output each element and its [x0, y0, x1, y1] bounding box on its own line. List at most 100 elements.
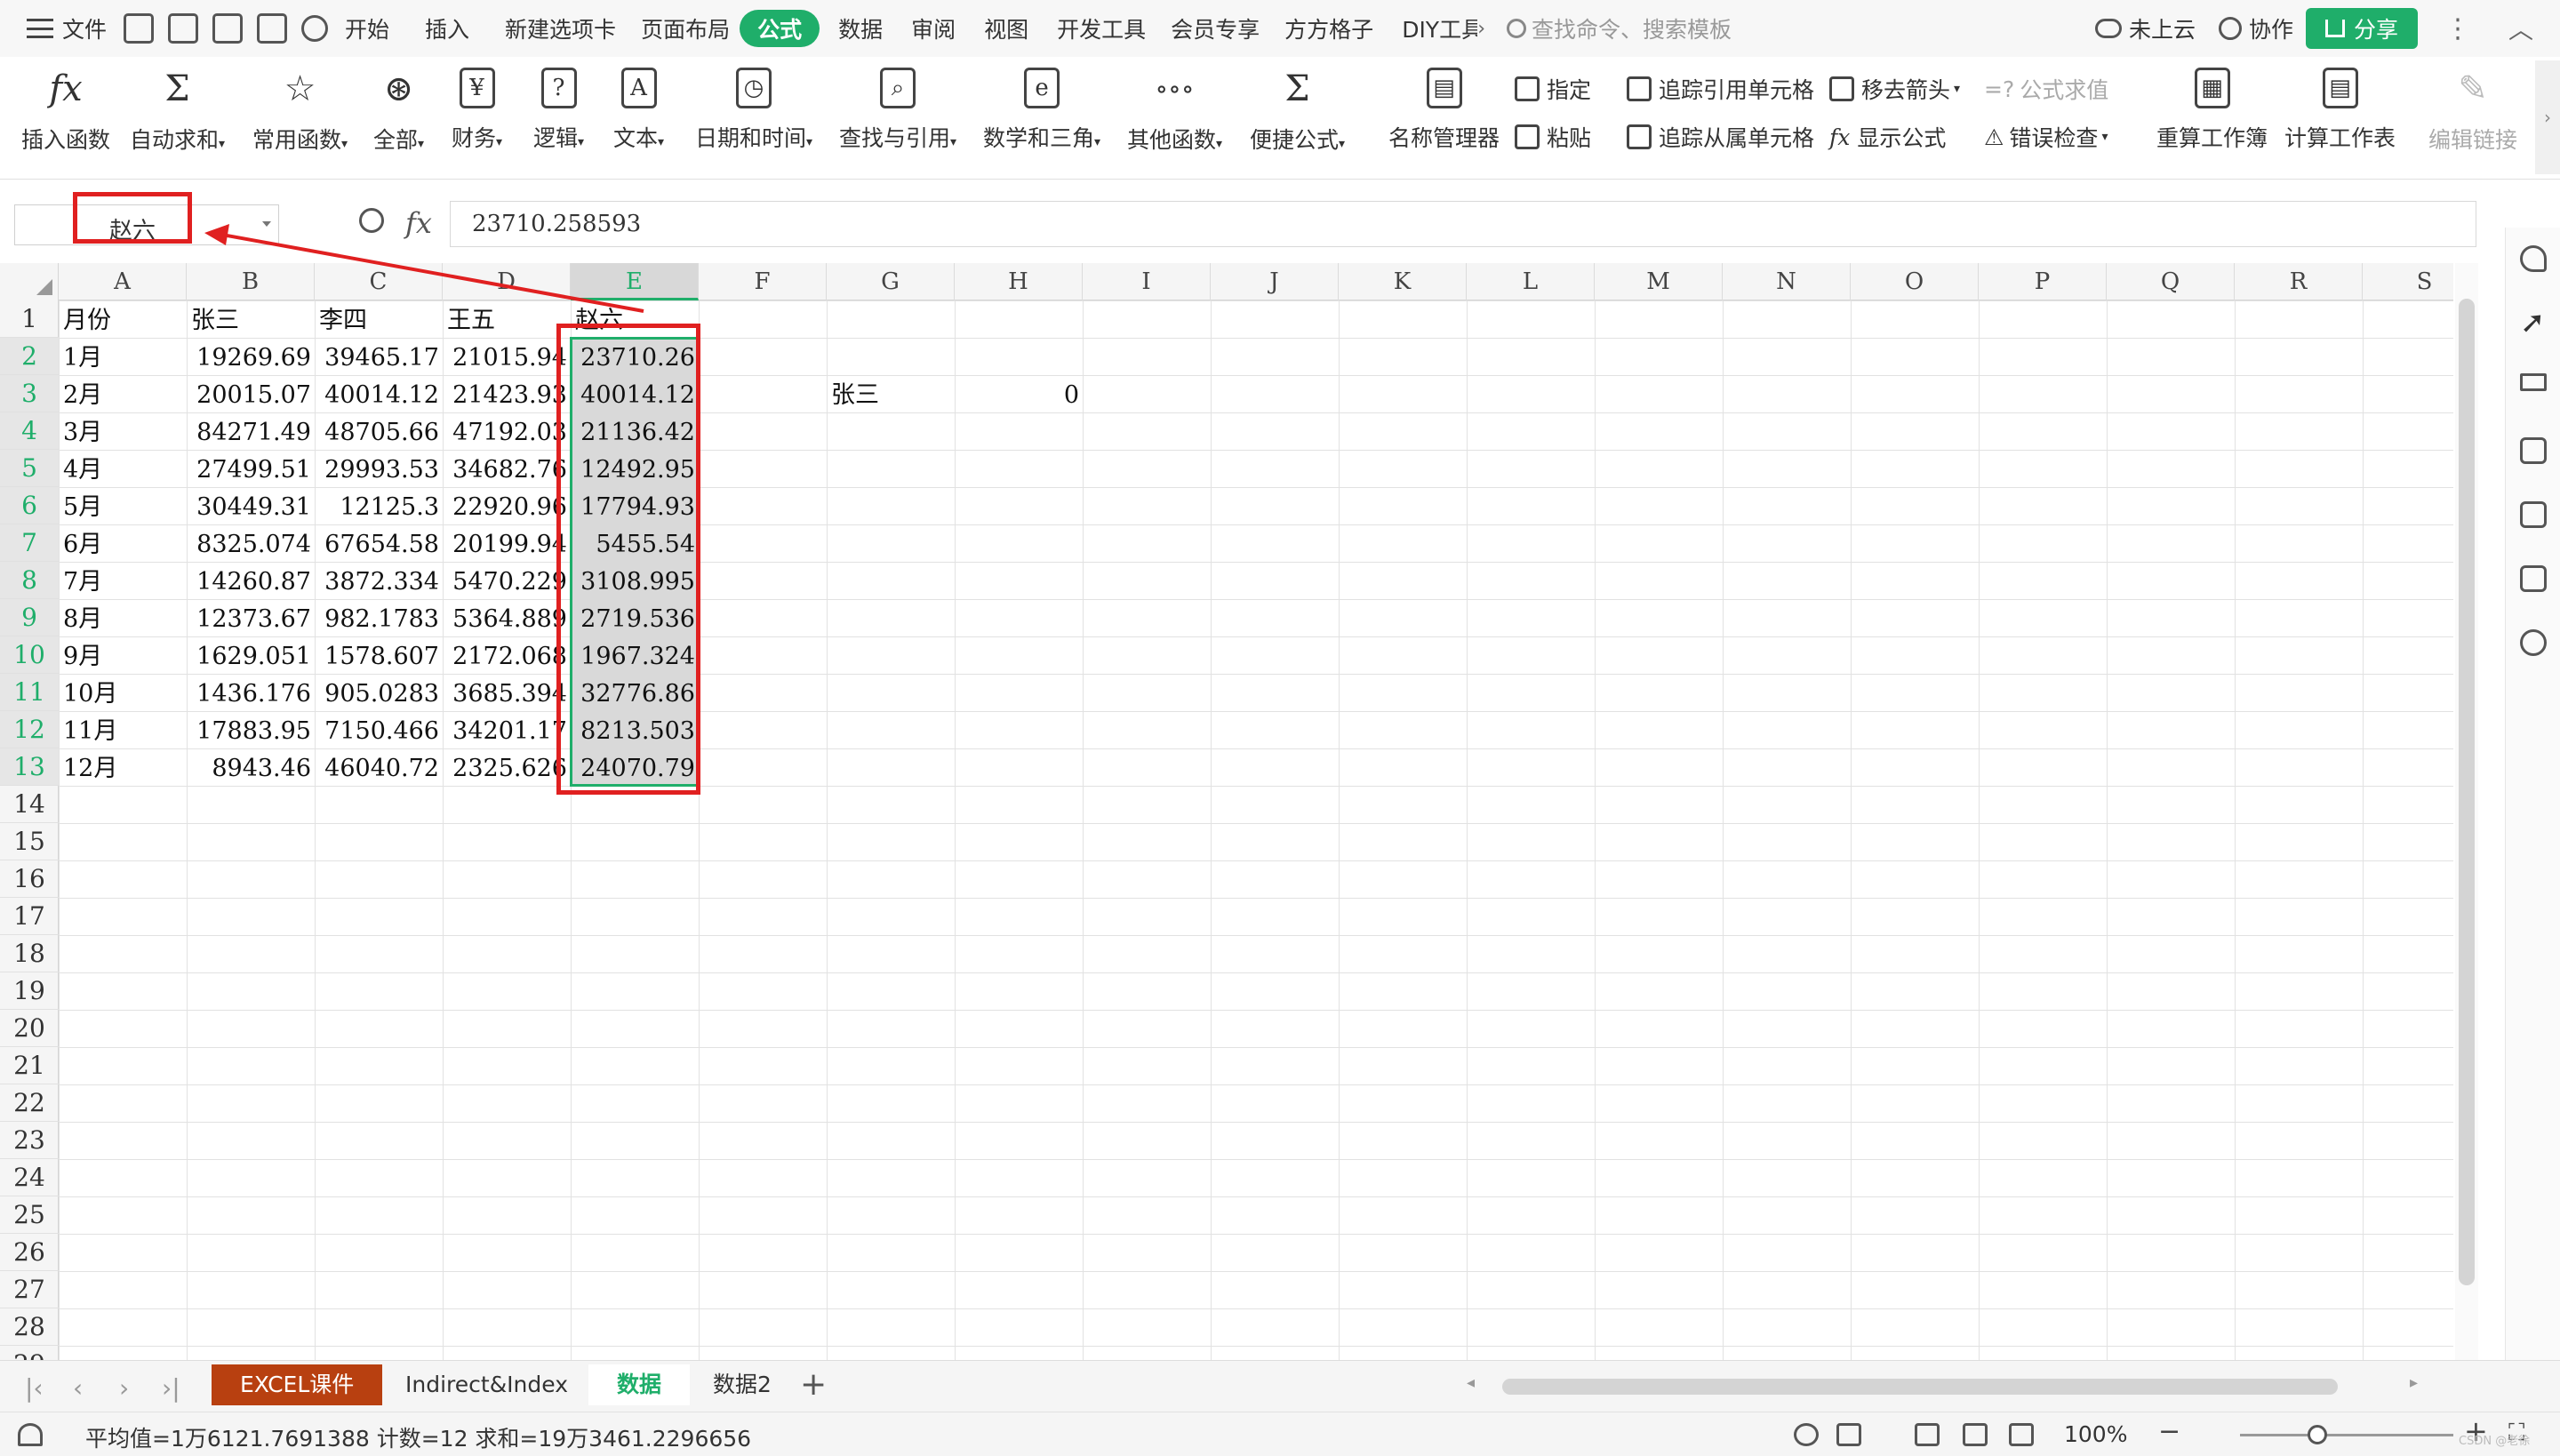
cloud-status[interactable]: 未上云: [2129, 12, 2196, 44]
cell-c5[interactable]: 29993.53: [316, 451, 443, 488]
cell-d12[interactable]: 34201.17: [444, 712, 571, 749]
tab-home[interactable]: 开始: [335, 0, 399, 57]
cell-d2[interactable]: 21015.94: [444, 339, 571, 376]
cell-c8[interactable]: 3872.334: [316, 563, 443, 600]
select-all-corner[interactable]: [0, 263, 59, 300]
row-header-11[interactable]: 11: [0, 674, 59, 711]
row-header-3[interactable]: 3: [0, 375, 59, 412]
undo-icon[interactable]: [301, 15, 329, 42]
row-header-4[interactable]: 4: [0, 412, 59, 450]
column-header-p[interactable]: P: [1979, 263, 2107, 300]
cell-b1[interactable]: 张三: [188, 301, 315, 339]
math-functions-button[interactable]: e 数学和三角▾: [983, 68, 1100, 153]
trace-dependents-button[interactable]: 追踪从属单元格: [1627, 121, 1814, 153]
cell-c6[interactable]: 12125.3: [316, 488, 443, 525]
cell-e2[interactable]: 23710.26: [572, 339, 699, 376]
share-button[interactable]: 分享: [2305, 8, 2418, 49]
chevron-right-icon[interactable]: ›: [1477, 18, 1485, 40]
sheet-tab-data[interactable]: 数据: [588, 1364, 691, 1405]
tab-diy[interactable]: DIY工具: [1392, 0, 1477, 57]
formula-input[interactable]: 23710.258593: [450, 201, 2476, 247]
cell-d3[interactable]: 21423.93: [444, 376, 571, 413]
ribbon-scroll-right-icon[interactable]: ›: [2535, 60, 2560, 174]
cell-c9[interactable]: 982.1783: [316, 600, 443, 637]
cell-e5[interactable]: 12492.95: [572, 451, 699, 488]
cursor-icon[interactable]: ➚: [2520, 308, 2547, 338]
cell-d6[interactable]: 22920.96: [444, 488, 571, 525]
recalc-workbook-button[interactable]: ▦ 重算工作簿: [2156, 68, 2268, 153]
cell-c3[interactable]: 40014.12: [316, 376, 443, 413]
row-header-28[interactable]: 28: [0, 1308, 59, 1346]
cell-b6[interactable]: 30449.31: [188, 488, 315, 525]
cell-a11[interactable]: 10月: [60, 675, 187, 712]
row-header-2[interactable]: 2: [0, 338, 59, 375]
tab-data[interactable]: 数据: [828, 0, 892, 57]
column-header-s[interactable]: S: [2363, 263, 2453, 300]
lookup-functions-button[interactable]: ⌕ 查找与引用▾: [839, 68, 956, 153]
vertical-scroll-thumb[interactable]: [2459, 299, 2475, 1285]
row-header-29[interactable]: 29: [0, 1346, 59, 1360]
cell-c4[interactable]: 48705.66: [316, 413, 443, 451]
logic-functions-button[interactable]: ? 逻辑▾: [533, 68, 584, 153]
insert-function-button[interactable]: fx 插入函数: [21, 68, 110, 155]
column-header-f[interactable]: F: [699, 263, 827, 300]
sliders-icon[interactable]: [2520, 373, 2547, 391]
sheet-tab-excel[interactable]: EXCEL课件: [212, 1364, 383, 1405]
zoom-level[interactable]: 100%: [2064, 1421, 2127, 1447]
name-manager-button[interactable]: ▤ 名称管理器: [1388, 68, 1500, 153]
cell-c1[interactable]: 李四: [316, 301, 443, 339]
cell-e12[interactable]: 8213.503: [572, 712, 699, 749]
row-header-21[interactable]: 21: [0, 1047, 59, 1084]
calc-sheet-button[interactable]: ▤ 计算工作表: [2284, 68, 2396, 153]
horizontal-scrollbar[interactable]: ◂ ▸: [1467, 1373, 2418, 1396]
cell-c10[interactable]: 1578.607: [316, 637, 443, 675]
column-header-r[interactable]: R: [2235, 263, 2363, 300]
cell-d8[interactable]: 5470.229: [444, 563, 571, 600]
zoom-formula-icon[interactable]: [359, 208, 384, 233]
normal-view-icon[interactable]: [1915, 1423, 1940, 1446]
row-header-26[interactable]: 26: [0, 1234, 59, 1271]
cell-a10[interactable]: 9月: [60, 637, 187, 675]
cell-d4[interactable]: 47192.03: [444, 413, 571, 451]
column-header-a[interactable]: A: [59, 263, 187, 300]
cell-e9[interactable]: 2719.536: [572, 600, 699, 637]
print-icon[interactable]: [212, 13, 244, 44]
column-header-g[interactable]: G: [827, 263, 955, 300]
zoom-out-icon[interactable]: −: [2158, 1416, 2180, 1447]
scroll-right-icon[interactable]: ▸: [2410, 1373, 2418, 1392]
cell-h3[interactable]: 0: [956, 376, 1083, 413]
row-header-16[interactable]: 16: [0, 860, 59, 898]
collapse-ribbon-icon[interactable]: ︿: [2508, 11, 2533, 46]
error-check-button[interactable]: ⚠ 错误检查 ▾: [1984, 121, 2108, 153]
row-header-10[interactable]: 10: [0, 636, 59, 674]
column-header-l[interactable]: L: [1467, 263, 1595, 300]
cell-b11[interactable]: 1436.176: [188, 675, 315, 712]
last-sheet-icon[interactable]: ›|: [162, 1373, 180, 1403]
cell-d11[interactable]: 3685.394: [444, 675, 571, 712]
vertical-scrollbar[interactable]: [2455, 263, 2478, 1360]
cell-b8[interactable]: 14260.87: [188, 563, 315, 600]
cell-e6[interactable]: 17794.93: [572, 488, 699, 525]
sort-icon[interactable]: [2520, 437, 2547, 464]
cell-c13[interactable]: 46040.72: [316, 749, 443, 787]
cell-e3[interactable]: 40014.12: [572, 376, 699, 413]
cell-e11[interactable]: 32776.86: [572, 675, 699, 712]
row-header-18[interactable]: 18: [0, 935, 59, 972]
name-box-dropdown-icon[interactable]: [262, 221, 271, 227]
lightning-icon[interactable]: [2520, 629, 2547, 656]
cell-a8[interactable]: 7月: [60, 563, 187, 600]
common-functions-button[interactable]: ☆ 常用函数▾: [252, 68, 348, 155]
cell-a2[interactable]: 1月: [60, 339, 187, 376]
column-header-b[interactable]: B: [187, 263, 315, 300]
cell-a9[interactable]: 8月: [60, 600, 187, 637]
add-sheet-icon[interactable]: +: [800, 1366, 827, 1403]
export-icon[interactable]: [168, 13, 199, 44]
row-header-23[interactable]: 23: [0, 1122, 59, 1159]
cell-d5[interactable]: 34682.76: [444, 451, 571, 488]
horizontal-scroll-thumb[interactable]: [1502, 1379, 2338, 1395]
first-sheet-icon[interactable]: |‹: [25, 1373, 44, 1403]
column-header-h[interactable]: H: [955, 263, 1083, 300]
other-functions-button[interactable]: ∘∘∘ 其他函数▾: [1127, 68, 1222, 155]
row-header-20[interactable]: 20: [0, 1010, 59, 1047]
cell-e10[interactable]: 1967.324: [572, 637, 699, 675]
